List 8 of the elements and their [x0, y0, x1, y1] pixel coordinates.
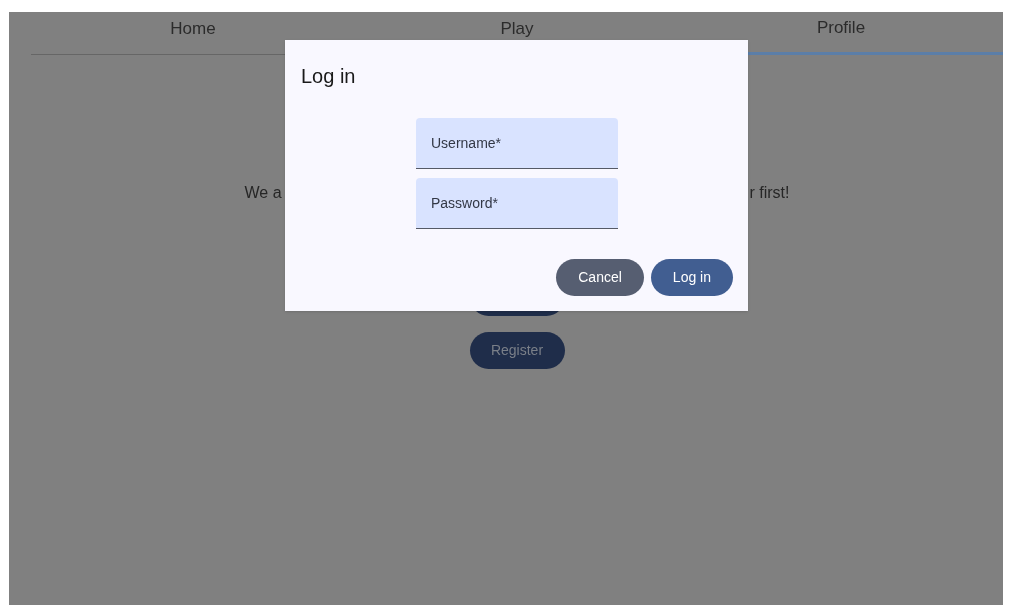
dialog-title: Log in [301, 64, 356, 89]
message-text: We a [244, 183, 282, 203]
message-text: r first! [749, 183, 790, 203]
login-button[interactable]: Log in [650, 259, 733, 296]
input-field[interactable]: Password* [416, 178, 618, 229]
cancel-button[interactable]: Cancel [556, 259, 644, 296]
input-field[interactable]: Username* [416, 118, 618, 169]
register-button[interactable]: Register [469, 332, 565, 369]
